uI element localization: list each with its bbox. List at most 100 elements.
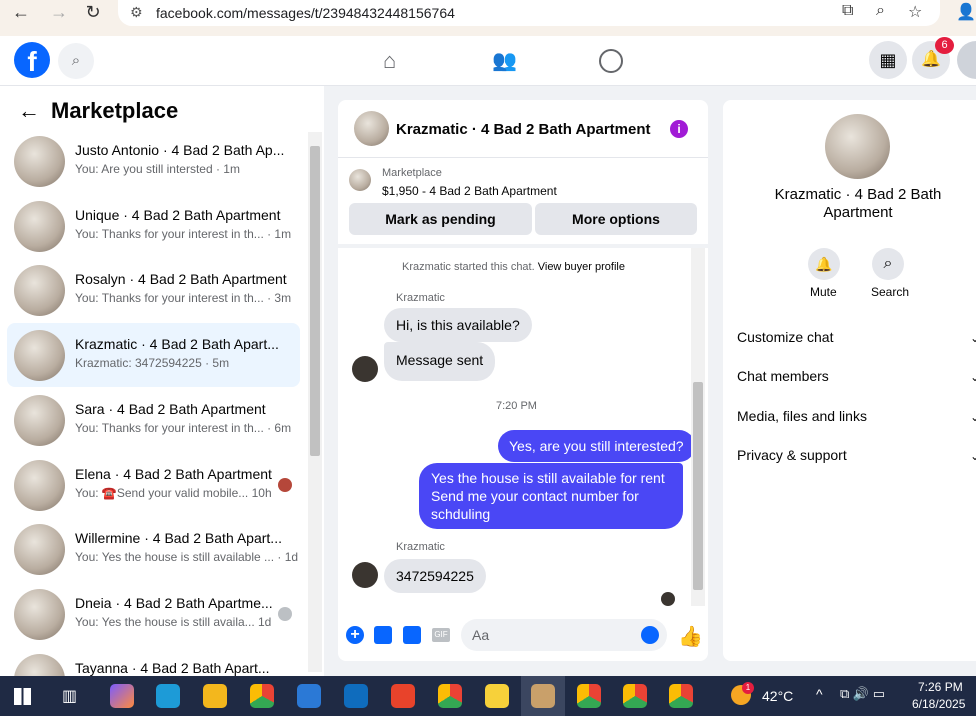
conversation-item[interactable]: Justo Antonio · 4 Bad 2 Bath Ap... You: … bbox=[7, 129, 300, 193]
chat-started-notice: Krazmatic started this chat. View buyer … bbox=[402, 261, 625, 273]
sticky-notes-icon[interactable] bbox=[485, 684, 509, 708]
copilot-icon[interactable] bbox=[110, 684, 134, 708]
anydesk-icon[interactable] bbox=[391, 684, 415, 708]
info-icon[interactable]: i bbox=[670, 120, 688, 138]
task-view-icon[interactable]: ▥ bbox=[62, 686, 77, 706]
clock-time[interactable]: 7:26 PM bbox=[918, 680, 963, 694]
section-privacy-support[interactable]: Privacy & support ⌄ bbox=[737, 447, 976, 463]
windows-start-icon[interactable] bbox=[14, 688, 31, 705]
search-icon[interactable]: ⌕ bbox=[58, 43, 94, 79]
listing-avatar[interactable] bbox=[825, 114, 890, 179]
windows-taskbar: ▥ 1 42°C ^ ⧉ 🔊 ▭ 7:26 PM 6/18/2025 bbox=[0, 676, 976, 716]
outlook-icon[interactable] bbox=[344, 684, 368, 708]
sidebar-scrollbar[interactable] bbox=[308, 132, 322, 672]
chrome-profile-icon[interactable] bbox=[577, 684, 601, 708]
site-info-icon[interactable]: ⚙ bbox=[130, 4, 143, 21]
chrome-profile-icon[interactable] bbox=[669, 684, 693, 708]
groups-icon[interactable] bbox=[599, 49, 623, 73]
conversation-item[interactable]: Sara · 4 Bad 2 Bath Apartment You: Thank… bbox=[7, 388, 300, 452]
buyer-avatar[interactable] bbox=[352, 562, 378, 588]
forward-arrow-icon[interactable]: → bbox=[44, 0, 74, 24]
facebook-logo-icon[interactable]: f bbox=[14, 42, 50, 78]
message-input[interactable]: Aa bbox=[461, 619, 667, 651]
conversation-snippet: You: Yes the house is still availa... 1d bbox=[75, 615, 272, 629]
chat-scrollbar[interactable] bbox=[691, 248, 705, 606]
conversation-snippet: You: Yes the house is still available ..… bbox=[75, 550, 299, 564]
conversation-item-active[interactable]: Krazmatic · 4 Bad 2 Bath Apart... Krazma… bbox=[7, 323, 300, 387]
install-app-icon[interactable]: ⧉ bbox=[842, 2, 853, 20]
friends-icon[interactable]: 👥 bbox=[492, 48, 517, 73]
sticker-icon[interactable] bbox=[403, 626, 421, 644]
listing-price[interactable]: $1,950 - 4 Bad 2 Bath Apartment bbox=[382, 184, 557, 198]
add-icon[interactable]: + bbox=[346, 626, 364, 644]
reload-icon[interactable]: ↻ bbox=[78, 0, 108, 24]
mark-pending-button[interactable]: Mark as pending bbox=[349, 203, 532, 235]
default-avatar-icon bbox=[278, 607, 292, 621]
conversation-item[interactable]: Dneia · 4 Bad 2 Bath Apartme... You: Yes… bbox=[7, 582, 300, 646]
account-avatar[interactable] bbox=[957, 41, 976, 79]
back-arrow-icon[interactable]: ← bbox=[6, 0, 36, 24]
sender-name: Krazmatic bbox=[396, 541, 445, 553]
conversation-snippet: Krazmatic: 3472594225 · 5m bbox=[75, 356, 230, 370]
conversation-snippet: You: Thanks for your interest in th... ·… bbox=[75, 227, 292, 241]
message-input-placeholder: Aa bbox=[472, 627, 490, 643]
listing-avatar[interactable] bbox=[354, 111, 389, 146]
file-explorer-icon[interactable] bbox=[203, 684, 227, 708]
snipping-tool-icon[interactable] bbox=[531, 684, 555, 708]
listing-thumbnail bbox=[14, 201, 65, 252]
conversation-item[interactable]: Elena · 4 Bad 2 Bath Apartment You: ☎️Se… bbox=[7, 453, 300, 517]
mute-bell-icon[interactable]: 🔔 bbox=[808, 248, 840, 280]
listing-thumbnail bbox=[14, 589, 65, 640]
thumbs-up-icon[interactable]: 👍 bbox=[678, 624, 703, 649]
search-label[interactable]: Search bbox=[871, 285, 909, 299]
buyer-avatar[interactable] bbox=[352, 356, 378, 382]
temperature[interactable]: 42°C bbox=[762, 688, 793, 704]
mute-label[interactable]: Mute bbox=[810, 285, 837, 299]
message-bubble-outgoing[interactable]: Yes the house is still available for ren… bbox=[419, 463, 683, 529]
chevron-down-icon: ⌄ bbox=[969, 370, 976, 384]
menu-grid-icon[interactable]: ▦ bbox=[869, 41, 907, 79]
back-arrow-icon[interactable]: ← bbox=[18, 98, 40, 124]
search-icon[interactable]: ⌕ bbox=[872, 248, 904, 280]
edge-browser-icon[interactable] bbox=[156, 684, 180, 708]
listing-thumbnail bbox=[14, 136, 65, 187]
scrollbar-thumb[interactable] bbox=[310, 146, 320, 456]
message-line: schduling bbox=[431, 506, 491, 522]
chrome-icon[interactable] bbox=[250, 684, 274, 708]
section-media-files-links[interactable]: Media, files and links ⌄ bbox=[737, 408, 976, 424]
store-icon[interactable] bbox=[297, 684, 321, 708]
chat-started-text: Krazmatic started this chat. bbox=[402, 261, 535, 273]
section-chat-members[interactable]: Chat members ⌄ bbox=[737, 368, 976, 384]
bookmark-star-icon[interactable]: ☆ bbox=[908, 2, 922, 22]
zoom-icon[interactable]: ⌕ bbox=[876, 2, 885, 20]
system-tray-icons[interactable]: ⧉ 🔊 ▭ bbox=[840, 686, 885, 702]
conversation-item[interactable]: Rosalyn · 4 Bad 2 Bath Apartment You: Th… bbox=[7, 258, 300, 322]
chrome-profile-icon[interactable] bbox=[438, 684, 462, 708]
clock-date[interactable]: 6/18/2025 bbox=[912, 697, 965, 711]
emoji-icon[interactable] bbox=[641, 626, 659, 644]
message-bubble-incoming[interactable]: Hi, is this available? bbox=[384, 308, 532, 342]
scrollbar-thumb[interactable] bbox=[693, 382, 703, 590]
chevron-up-icon[interactable]: ^ bbox=[816, 686, 823, 702]
message-bubble-incoming[interactable]: Message sent bbox=[384, 342, 496, 381]
message-bubble-incoming[interactable]: 3472594225 bbox=[384, 559, 486, 593]
address-bar[interactable]: ⚙ facebook.com/messages/t/23948432448156… bbox=[118, 0, 940, 26]
section-customize-chat[interactable]: Customize chat ⌄ bbox=[737, 329, 976, 345]
buyer-avatar bbox=[278, 478, 292, 492]
section-label: Customize chat bbox=[737, 329, 834, 345]
section-label: Chat members bbox=[737, 368, 829, 384]
profile-icon[interactable]: 👤 bbox=[956, 2, 976, 22]
conversation-item[interactable]: Unique · 4 Bad 2 Bath Apartment You: Tha… bbox=[7, 194, 300, 258]
conversation-item[interactable]: Willermine · 4 Bad 2 Bath Apart... You: … bbox=[7, 517, 300, 581]
listing-thumbnail bbox=[14, 330, 65, 381]
more-options-button[interactable]: More options bbox=[535, 203, 697, 235]
conversation-item[interactable]: Tayanna · 4 Bad 2 Bath Apart... bbox=[7, 647, 300, 676]
message-bubble-outgoing[interactable]: Yes, are you still interested? bbox=[498, 430, 695, 462]
chrome-profile-icon[interactable] bbox=[623, 684, 647, 708]
home-icon[interactable]: ⌂ bbox=[383, 48, 396, 74]
chat-title[interactable]: Krazmatic · 4 Bad 2 Bath Apartment bbox=[396, 121, 651, 138]
photo-icon[interactable] bbox=[374, 626, 392, 644]
view-buyer-profile-link[interactable]: View buyer profile bbox=[538, 261, 625, 273]
conversation-snippet: You: Thanks for your interest in th... ·… bbox=[75, 421, 292, 435]
gif-icon[interactable]: GIF bbox=[432, 628, 450, 642]
